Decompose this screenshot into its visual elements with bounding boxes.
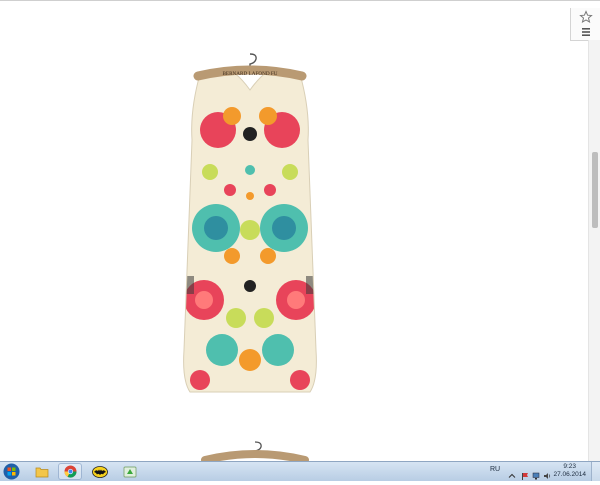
taskbar-item-chrome[interactable] — [58, 463, 82, 480]
chevron-up-icon[interactable] — [508, 467, 516, 478]
volume-icon[interactable] — [543, 467, 551, 479]
taskbar-item-app[interactable] — [118, 463, 142, 480]
flag-icon[interactable] — [521, 467, 529, 480]
hamburger-menu-icon[interactable] — [579, 25, 593, 39]
taskbar-item-explorer[interactable] — [30, 463, 54, 480]
clock-date: 27.06.2014 — [553, 471, 586, 478]
chrome-icon — [64, 465, 76, 478]
network-icon[interactable] — [532, 467, 540, 480]
green-arrow-icon — [123, 466, 137, 478]
bat-logo-icon — [92, 465, 108, 478]
window-top-border — [0, 0, 600, 1]
page-scrollbar[interactable] — [588, 40, 600, 461]
hanger-brand-label: BERNARD LAFOND FU — [222, 71, 277, 77]
start-button[interactable] — [3, 463, 20, 480]
scrollbar-thumb[interactable] — [592, 152, 598, 228]
show-desktop-button[interactable] — [591, 462, 600, 481]
system-clock[interactable]: 9:23 27.06.2014 — [553, 463, 586, 479]
language-indicator[interactable]: RU — [490, 466, 500, 473]
clock-time: 9:23 — [563, 463, 577, 470]
taskbar-item-batman[interactable] — [88, 463, 112, 480]
browser-toolbar-right — [570, 8, 600, 41]
taskbar: RU 9:23 27.06.2014 — [0, 461, 600, 481]
product-image-floral-dress[interactable]: BERNARD LAFOND FU — [160, 50, 340, 410]
windows-logo-icon — [3, 463, 20, 480]
folder-icon — [35, 467, 49, 477]
star-icon[interactable] — [579, 10, 593, 24]
system-tray: RU 9:23 27.06.2014 — [488, 462, 600, 481]
product-image-next[interactable] — [200, 440, 310, 461]
